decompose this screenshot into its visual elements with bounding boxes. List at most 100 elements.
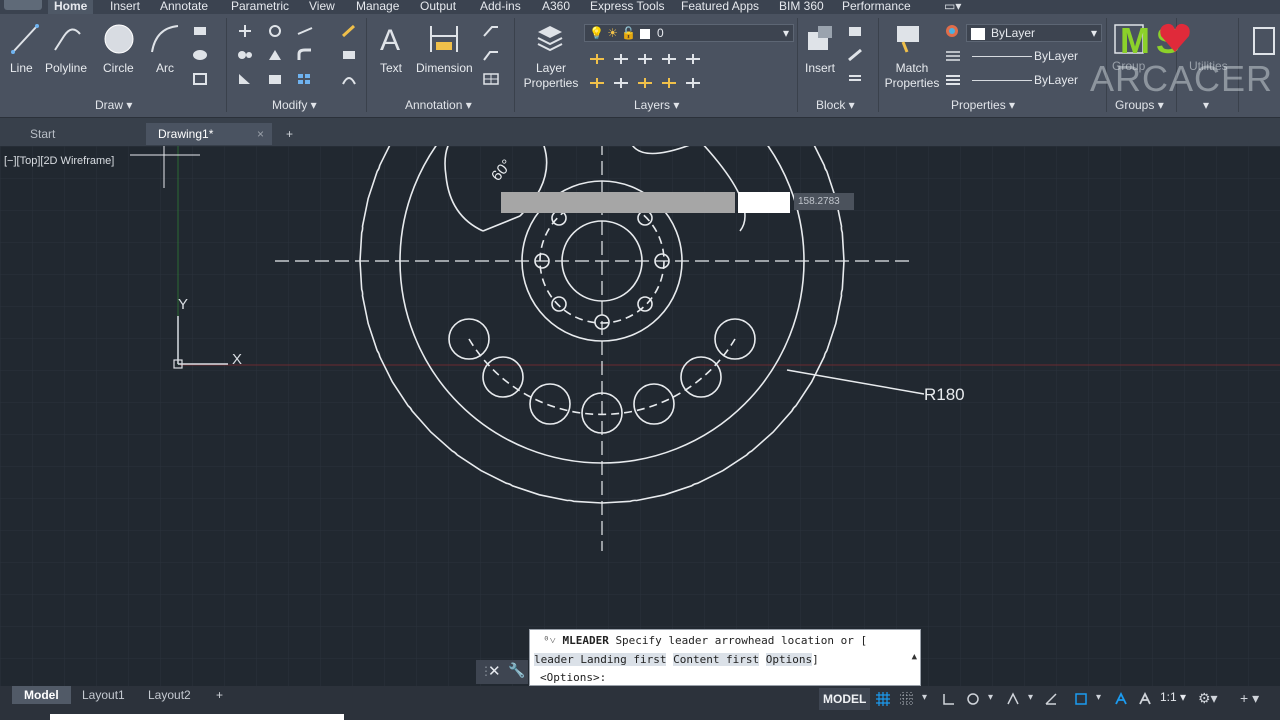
- multileader-icon[interactable]: [482, 48, 500, 62]
- dimension-button[interactable]: Dimension: [416, 61, 473, 76]
- tab-view[interactable]: View: [309, 0, 335, 14]
- modify-panel-title[interactable]: Modify ▾: [272, 98, 317, 114]
- properties-panel-title[interactable]: Properties ▾: [951, 98, 1015, 114]
- block-panel-title[interactable]: Block ▾: [816, 98, 855, 114]
- tab-bim-360[interactable]: BIM 360: [779, 0, 824, 14]
- utilities-panel-title[interactable]: ▾: [1203, 98, 1209, 114]
- layer-isolate-icon[interactable]: [636, 52, 654, 66]
- isodraft-icon[interactable]: [1006, 692, 1020, 706]
- utilities-button[interactable]: Utilities: [1189, 59, 1228, 74]
- layers-panel-title[interactable]: Layers ▾: [634, 98, 679, 114]
- polyline-button[interactable]: Polyline: [45, 61, 87, 76]
- add-layout-plus-icon[interactable]: +: [204, 686, 235, 704]
- tab-annotate[interactable]: Annotate: [160, 0, 208, 14]
- viewport-controls[interactable]: [−][Top][2D Wireframe]: [4, 155, 114, 167]
- application-menu-button[interactable]: [4, 0, 42, 10]
- tab-layout2[interactable]: Layout2: [136, 686, 203, 704]
- workspace-toggle-icon[interactable]: ▭▾: [944, 0, 961, 14]
- erase-icon[interactable]: [340, 24, 358, 38]
- insert-button[interactable]: Insert: [805, 61, 835, 76]
- close-icon[interactable]: ✕: [488, 662, 501, 680]
- draw-panel-title[interactable]: Draw ▾: [95, 98, 132, 114]
- close-icon[interactable]: ×: [257, 123, 264, 145]
- table-icon[interactable]: [482, 72, 500, 86]
- hatch-icon[interactable]: [192, 48, 210, 62]
- layer-properties-button[interactable]: Layer Properties: [522, 61, 580, 91]
- scale-icon[interactable]: [266, 72, 284, 86]
- tab-home[interactable]: Home: [48, 0, 94, 14]
- layer-freeze-icon[interactable]: [588, 52, 606, 66]
- tab-parametric[interactable]: Parametric: [231, 0, 289, 14]
- mirror-icon[interactable]: [266, 48, 284, 62]
- trim-icon[interactable]: [296, 24, 314, 38]
- groups-panel-title[interactable]: Groups ▾: [1115, 98, 1164, 114]
- layer-lock-icon[interactable]: [636, 76, 654, 90]
- line-button[interactable]: Line: [10, 61, 33, 76]
- edit-block-icon[interactable]: [846, 48, 864, 62]
- text-button[interactable]: Text: [380, 61, 402, 76]
- fillet-icon[interactable]: [296, 48, 314, 62]
- tab-featured-apps[interactable]: Featured Apps: [681, 0, 759, 14]
- option-leader-landing-first[interactable]: leader Landing first: [534, 653, 667, 666]
- new-tab-plus-icon[interactable]: +: [278, 123, 304, 145]
- snap-mode-icon[interactable]: [900, 692, 914, 706]
- rotate-icon[interactable]: [266, 24, 284, 38]
- drawing-canvas[interactable]: Y X R180 60° [−][Top][2D Wireframe] 158.…: [0, 146, 1280, 686]
- create-block-icon[interactable]: [846, 24, 864, 38]
- annotation-visibility-icon[interactable]: [1114, 692, 1128, 706]
- model-space-button[interactable]: MODEL: [819, 688, 871, 710]
- chevron-down-icon[interactable]: ▾: [1028, 692, 1042, 706]
- tab-insert[interactable]: Insert: [110, 0, 140, 14]
- clipboard-icon[interactable]: [1248, 24, 1278, 58]
- rectangle-icon[interactable]: [192, 24, 210, 38]
- layer-off-icon[interactable]: [612, 52, 630, 66]
- command-input[interactable]: <Options>:: [540, 671, 606, 684]
- explode-icon[interactable]: [340, 48, 358, 62]
- plus-icon[interactable]: + ▾: [1240, 690, 1270, 706]
- gear-icon[interactable]: ⚙▾: [1198, 690, 1228, 706]
- tab-model[interactable]: Model: [12, 686, 71, 704]
- tab-layout1[interactable]: Layout1: [70, 686, 137, 704]
- layer-walk-icon[interactable]: [684, 52, 702, 66]
- polar-tracking-icon[interactable]: [966, 692, 980, 706]
- stretch-icon[interactable]: [236, 72, 254, 86]
- dynamic-input-field[interactable]: [738, 192, 790, 213]
- tab-a360[interactable]: A360: [542, 0, 570, 14]
- tab-manage[interactable]: Manage: [356, 0, 399, 14]
- arc-button[interactable]: Arc: [156, 61, 174, 76]
- move-icon[interactable]: [236, 24, 254, 38]
- command-line[interactable]: ⁰˅ MLEADER Specify leader arrowhead loca…: [529, 629, 921, 686]
- tab-add-ins[interactable]: Add-ins: [480, 0, 521, 14]
- array-icon[interactable]: [296, 72, 314, 86]
- layer-match-icon[interactable]: [660, 52, 678, 66]
- gradient-icon[interactable]: [192, 72, 210, 86]
- annotation-panel-title[interactable]: Annotation ▾: [405, 98, 472, 114]
- grid-display-icon[interactable]: [876, 692, 890, 706]
- offset-icon[interactable]: [340, 72, 358, 86]
- layer-thaw-icon[interactable]: [660, 76, 678, 90]
- wrench-icon[interactable]: 🔧: [508, 662, 525, 679]
- scroll-up-icon[interactable]: ▲: [912, 652, 917, 662]
- object-snap-icon[interactable]: [1074, 692, 1088, 706]
- linetype-dropdown[interactable]: ByLayer: [966, 48, 1102, 66]
- option-content-first[interactable]: Content first: [673, 653, 760, 666]
- match-properties-button[interactable]: Match Properties: [884, 61, 940, 91]
- layer-on-icon[interactable]: [684, 76, 702, 90]
- color-dropdown[interactable]: ByLayer ▾: [966, 24, 1102, 42]
- tab-output[interactable]: Output: [420, 0, 456, 14]
- copy-icon[interactable]: [236, 48, 254, 62]
- start-tab[interactable]: Start: [18, 123, 146, 145]
- drawing-tab[interactable]: Drawing1* ×: [146, 123, 272, 145]
- layer-unisolate-icon[interactable]: [612, 76, 630, 90]
- layer-dropdown[interactable]: 💡 ☀ 🔓 0 ▾: [584, 24, 794, 42]
- auto-scale-icon[interactable]: [1138, 692, 1152, 706]
- block-attributes-icon[interactable]: [846, 72, 864, 86]
- tab-express-tools[interactable]: Express Tools: [590, 0, 664, 14]
- leader-icon[interactable]: [482, 24, 500, 38]
- layer-previous-icon[interactable]: [588, 76, 606, 90]
- chevron-down-icon[interactable]: ▾: [1096, 692, 1110, 706]
- circle-button[interactable]: Circle: [103, 61, 134, 76]
- chevron-down-icon[interactable]: ▾: [922, 692, 936, 706]
- group-button[interactable]: Group: [1112, 59, 1145, 74]
- lineweight-dropdown[interactable]: ByLayer: [966, 72, 1102, 90]
